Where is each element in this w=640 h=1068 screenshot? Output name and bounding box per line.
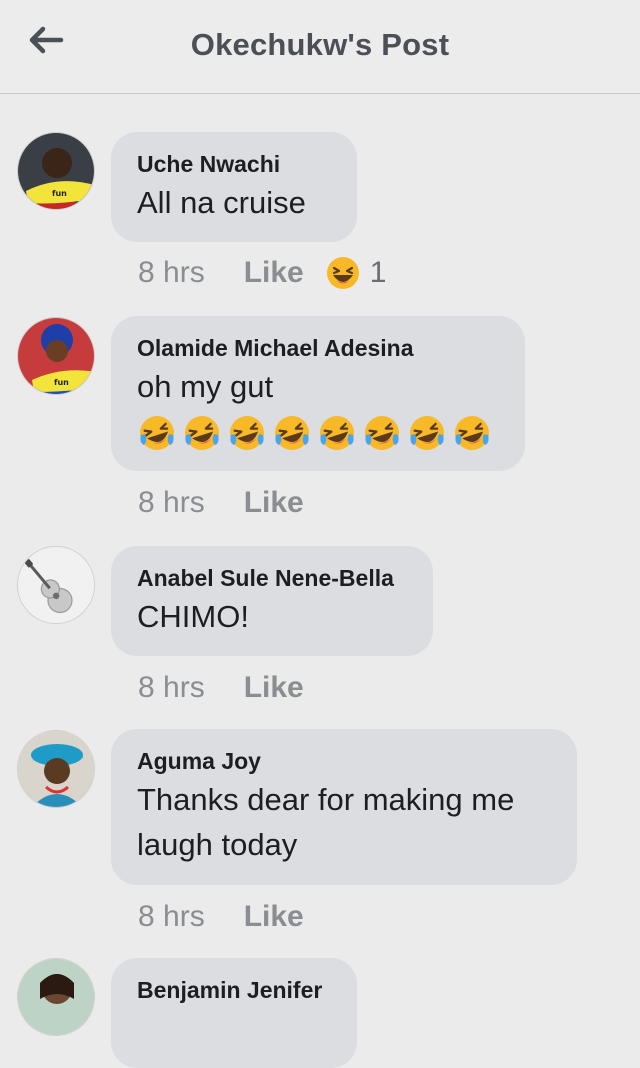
comment-text: All na cruise bbox=[137, 185, 306, 220]
comment-bubble[interactable]: Uche Nwachi All na cruise bbox=[111, 132, 357, 242]
comment-text-line: Thanks dear for making me bbox=[137, 782, 515, 817]
rolling-on-floor-laughing-icon bbox=[365, 416, 399, 450]
emoji-row bbox=[137, 413, 499, 453]
comment-text: CHIMO! bbox=[137, 599, 249, 634]
like-button[interactable]: Like bbox=[244, 486, 304, 520]
rolling-on-floor-laughing-icon bbox=[275, 416, 309, 450]
comment-text-line: laugh today bbox=[137, 827, 298, 862]
comment-meta: 8 hrs Like bbox=[138, 900, 304, 934]
comment-author[interactable]: Aguma Joy bbox=[137, 747, 551, 775]
comment-time[interactable]: 8 hrs bbox=[138, 486, 205, 520]
guitar-avatar-icon bbox=[18, 547, 94, 623]
comment-text: Thanks dear for making me laugh today bbox=[137, 777, 551, 867]
reaction-count: 1 bbox=[369, 256, 387, 289]
comment-bubble[interactable]: Anabel Sule Nene-Bella CHIMO! bbox=[111, 546, 433, 656]
comment-author[interactable]: Benjamin Jenifer bbox=[137, 976, 331, 1004]
avatar[interactable]: fun bbox=[17, 317, 95, 395]
laughing-face-icon bbox=[326, 257, 359, 289]
rolling-on-floor-laughing-icon bbox=[455, 416, 489, 450]
rolling-on-floor-laughing-icon bbox=[140, 416, 174, 450]
avatar-photo-icon bbox=[18, 731, 94, 807]
avatar[interactable] bbox=[17, 958, 95, 1036]
avatar-photo-icon bbox=[18, 959, 94, 1035]
comment-meta: 8 hrs Like bbox=[138, 671, 304, 705]
like-button[interactable]: Like bbox=[244, 256, 304, 290]
comment-meta: 8 hrs Like bbox=[138, 486, 304, 520]
comment-author[interactable]: Uche Nwachi bbox=[137, 150, 331, 178]
comment-bubble[interactable]: Olamide Michael Adesina oh my gut bbox=[111, 316, 525, 471]
rolling-on-floor-laughing-icon bbox=[320, 416, 354, 450]
avatar[interactable] bbox=[17, 730, 95, 808]
avatar[interactable]: fun bbox=[17, 132, 95, 210]
comment-author[interactable]: Anabel Sule Nene-Bella bbox=[137, 564, 407, 592]
comment-bubble[interactable]: Aguma Joy Thanks dear for making me laug… bbox=[111, 729, 577, 885]
like-button[interactable]: Like bbox=[244, 671, 304, 705]
top-bar: Okechukw's Post bbox=[0, 0, 640, 94]
svg-text:fun: fun bbox=[52, 189, 67, 198]
rolling-on-floor-laughing-icon bbox=[185, 416, 219, 450]
comment-author[interactable]: Olamide Michael Adesina bbox=[137, 334, 499, 362]
like-button[interactable]: Like bbox=[244, 900, 304, 934]
comment-meta: 8 hrs Like 1 bbox=[138, 256, 386, 290]
avatar[interactable] bbox=[17, 546, 95, 624]
comment-time[interactable]: 8 hrs bbox=[138, 256, 205, 290]
svg-text:fun: fun bbox=[54, 378, 69, 387]
rolling-on-floor-laughing-icon bbox=[230, 416, 264, 450]
comment-bubble[interactable]: Benjamin Jenifer bbox=[111, 958, 357, 1068]
comment-time[interactable]: 8 hrs bbox=[138, 671, 205, 705]
comment-text: oh my gut bbox=[137, 369, 274, 404]
comment-time[interactable]: 8 hrs bbox=[138, 900, 205, 934]
page-title: Okechukw's Post bbox=[190, 27, 450, 62]
rolling-on-floor-laughing-icon bbox=[410, 416, 444, 450]
avatar-photo-icon: fun bbox=[18, 133, 94, 209]
reaction-summary[interactable]: 1 bbox=[326, 256, 387, 290]
avatar-photo-icon: fun bbox=[18, 318, 94, 394]
